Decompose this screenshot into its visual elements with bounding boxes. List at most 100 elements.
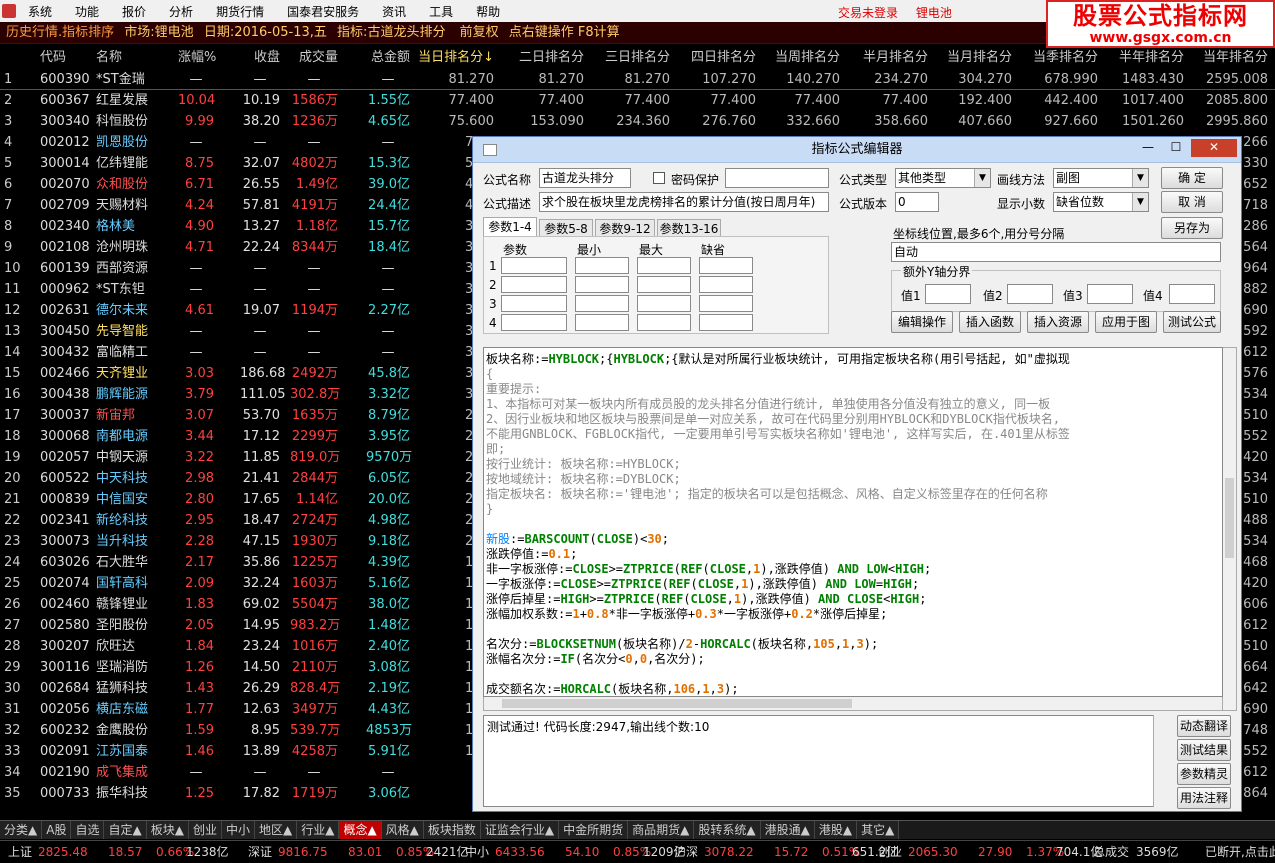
column-header[interactable]: 当周排名分 [764,46,840,70]
menu-item-tools[interactable]: 工具 [425,3,453,20]
column-header[interactable]: 三日排名分 [594,46,670,70]
ok-button[interactable]: 确 定 [1161,167,1223,189]
menu-item-function[interactable]: 功能 [71,3,99,20]
param-cell-input[interactable] [575,314,629,331]
decimals-select[interactable]: 缺省位数 ▼ [1053,192,1149,212]
bottom-tab[interactable]: 其它▲ [857,821,900,839]
edit-ops-button[interactable]: 编辑操作 [891,311,953,333]
bottom-tab[interactable]: 板块指数 [423,821,481,839]
bottom-tab[interactable]: 创业 [188,821,222,839]
column-header[interactable]: 四日排名分 [680,46,756,70]
param-cell-input[interactable] [575,276,629,293]
result-scrollbar[interactable] [1153,715,1169,807]
formula-desc-input[interactable]: 求个股在板块里龙虎榜排名的累计分值(按日周月年) [539,192,829,212]
formula-type-select[interactable]: 其他类型 ▼ [895,168,991,188]
save-as-button[interactable]: 另存为 [1161,217,1223,239]
test-result-button[interactable]: 测试结果 [1177,739,1231,761]
column-header[interactable]: 涨幅% [178,46,216,70]
val4-input[interactable] [1169,284,1215,304]
table-row[interactable]: 3 300340 科恒股份 9.99 38.20 1236万 4.65亿 75.600 153.… [0,111,1275,132]
version-input[interactable]: 0 [895,192,939,212]
val2-input[interactable] [1007,284,1053,304]
minimize-icon[interactable]: — [1135,139,1161,157]
column-header[interactable]: 当月排名分 [936,46,1012,70]
index-name[interactable]: 中小 [465,841,489,863]
usage-notes-button[interactable]: 用法注释 [1177,787,1231,809]
param-cell-input[interactable] [501,257,567,274]
param-cell-input[interactable] [501,276,567,293]
column-header[interactable]: 半年排名分 [1108,46,1184,70]
scrollbar-thumb[interactable] [1225,478,1234,558]
bottom-tab[interactable]: 股转系统▲ [694,821,761,839]
bottom-tab[interactable]: 自选 [71,821,105,839]
formula-name-input[interactable]: 古道龙头排分 [539,168,631,188]
bottom-tab[interactable]: 分类▲ [0,821,43,839]
index-name[interactable]: 沪深 [674,841,698,863]
insert-resource-button[interactable]: 插入资源 [1027,311,1089,333]
tab-params-13-16[interactable]: 参数13-16 [657,219,721,237]
bottom-tab[interactable]: 地区▲ [254,821,298,839]
param-cell-input[interactable] [575,257,629,274]
column-header[interactable]: 名称 [96,46,176,70]
password-checkbox[interactable] [653,172,665,184]
menu-item-futures[interactable]: 期货行情 [212,3,264,20]
bottom-tab[interactable]: 风格▲ [381,821,424,839]
param-cell-input[interactable] [501,295,567,312]
bottom-tab[interactable]: 板块▲ [146,821,189,839]
param-cell-input[interactable] [637,314,691,331]
index-extra-conn[interactable]: 已断开,点击此 [1205,841,1275,863]
column-header[interactable]: 成交量 [290,46,338,70]
bottom-tab[interactable]: 港股▲ [814,821,858,839]
maximize-icon[interactable]: ☐ [1163,139,1189,157]
param-cell-input[interactable] [501,314,567,331]
test-formula-button[interactable]: 测试公式 [1163,311,1221,333]
scrollbar-thumb[interactable] [502,699,852,708]
table-row[interactable]: 1 600390 *ST金瑞 — — — — 81.270 81.270 81.270 107.27… [0,69,1275,90]
dynamic-translate-button[interactable]: 动态翻译 [1177,715,1231,737]
index-name[interactable]: 深证 [248,841,272,863]
param-wizard-button[interactable]: 参数精灵 [1177,763,1231,785]
login-status[interactable]: 交易未登录 [838,6,898,20]
menu-item-quote[interactable]: 报价 [118,3,146,20]
tab-params-5-8[interactable]: 参数5-8 [539,219,593,237]
param-cell-input[interactable] [637,276,691,293]
draw-method-select[interactable]: 副图 ▼ [1053,168,1149,188]
param-cell-input[interactable] [637,295,691,312]
code-editor[interactable]: 板块名称:=HYBLOCK;{HYBLOCK;{默认是对所属行业板块统计, 可用… [483,347,1223,697]
column-header[interactable]: 代码 [40,46,88,70]
editor-vertical-scrollbar[interactable] [1223,347,1237,711]
editor-horizontal-scrollbar[interactable] [483,697,1223,711]
password-input[interactable] [725,168,829,188]
column-header[interactable]: 当年排名分 [1192,46,1268,70]
table-row[interactable]: 2 600367 红星发展 10.04 10.19 1586万 1.55亿 77.400 77.… [0,90,1275,111]
column-header[interactable]: 收盘 [240,46,280,70]
param-cell-input[interactable] [699,295,753,312]
insert-function-button[interactable]: 插入函数 [959,311,1021,333]
bottom-tab[interactable]: 港股通▲ [760,821,815,839]
apply-to-chart-button[interactable]: 应用于图 [1095,311,1157,333]
bottom-tab[interactable]: 自定▲ [104,821,147,839]
bottom-tab[interactable]: 中金所期货 [559,821,629,839]
dialog-titlebar[interactable]: 指标公式编辑器 — ☐ ✕ [473,137,1241,163]
param-cell-input[interactable] [637,257,691,274]
bottom-tab[interactable]: 中小 [221,821,255,839]
bottom-tab[interactable]: A股 [42,821,72,839]
bottom-tab[interactable]: 概念▲ [339,821,382,839]
index-name[interactable]: 上证 [8,841,32,863]
menu-item-help[interactable]: 帮助 [472,3,500,20]
index-name[interactable]: 创业 [878,841,902,863]
column-header[interactable]: 当季排名分 [1022,46,1098,70]
val1-input[interactable] [925,284,971,304]
cancel-button[interactable]: 取 消 [1161,191,1223,213]
column-header[interactable]: 总金额 [366,46,410,70]
close-icon[interactable]: ✕ [1191,139,1237,157]
tab-params-9-12[interactable]: 参数9-12 [595,219,655,237]
bottom-tab[interactable]: 证监会行业▲ [480,821,560,839]
bottom-tab[interactable]: 行业▲ [297,821,340,839]
param-cell-input[interactable] [575,295,629,312]
param-cell-input[interactable] [699,314,753,331]
menu-item-analysis[interactable]: 分析 [165,3,193,20]
val3-input[interactable] [1087,284,1133,304]
axis-input[interactable]: 自动 [891,242,1221,262]
menu-item-service[interactable]: 国泰君安服务 [283,3,359,20]
